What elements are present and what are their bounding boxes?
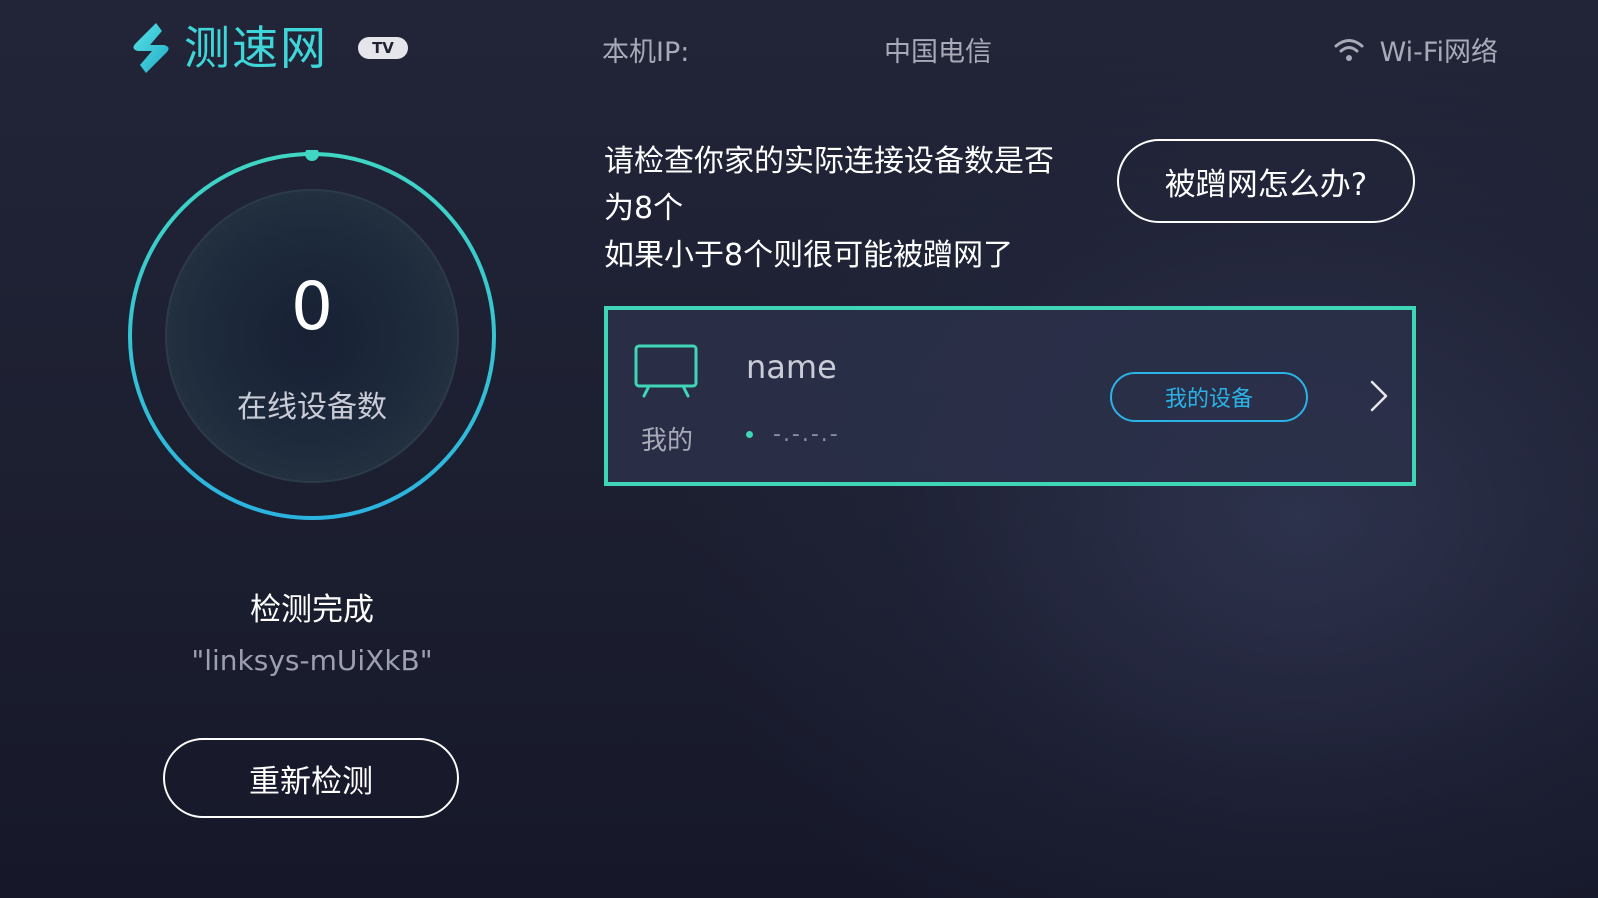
device-ip: -.-.-.-	[773, 422, 840, 447]
network-type-label: Wi-Fi网络	[1379, 37, 1498, 68]
my-device-badge: 我的设备	[1110, 372, 1308, 422]
notice-line: 请检查你家的实际连接设备数是否	[604, 144, 1054, 179]
notice-line: 为8个	[604, 191, 684, 226]
wifi-icon	[1334, 38, 1364, 61]
device-owner-label: 我的	[640, 426, 693, 456]
network-indicator: Wi-Fi网络	[1334, 30, 1498, 69]
online-device-label: 在线设备数	[237, 390, 387, 425]
local-ip-label: 本机IP:	[602, 37, 690, 68]
scan-status: 检测完成	[250, 592, 374, 628]
app-logo: 测速网 TV	[126, 20, 408, 76]
device-count-notice: 请检查你家的实际连接设备数是否 为8个 如果小于8个则很可能被蹭网了	[604, 138, 1088, 279]
online-device-count: 0	[291, 268, 333, 345]
network-ssid: "linksys-mUiXkB"	[191, 644, 433, 677]
notice-line: 如果小于8个则很可能被蹭网了	[604, 238, 1014, 273]
retest-button[interactable]: 重新检测	[163, 738, 459, 818]
device-status: -.-.-.-	[746, 422, 840, 447]
freeloader-help-button[interactable]: 被蹭网怎么办?	[1117, 139, 1415, 223]
online-dot-icon	[746, 431, 753, 438]
logo-icon	[133, 23, 169, 73]
device-name: name	[746, 348, 837, 386]
isp-name: 中国电信	[884, 37, 992, 68]
tv-badge: TV	[358, 37, 408, 59]
chevron-right-icon[interactable]	[1368, 378, 1390, 414]
device-card[interactable]: 我的 name -.-.-.- 我的设备	[604, 306, 1416, 486]
online-device-gauge: 0 在线设备数	[126, 150, 498, 522]
app-name: 测速网	[184, 21, 328, 75]
tv-icon	[634, 344, 698, 398]
